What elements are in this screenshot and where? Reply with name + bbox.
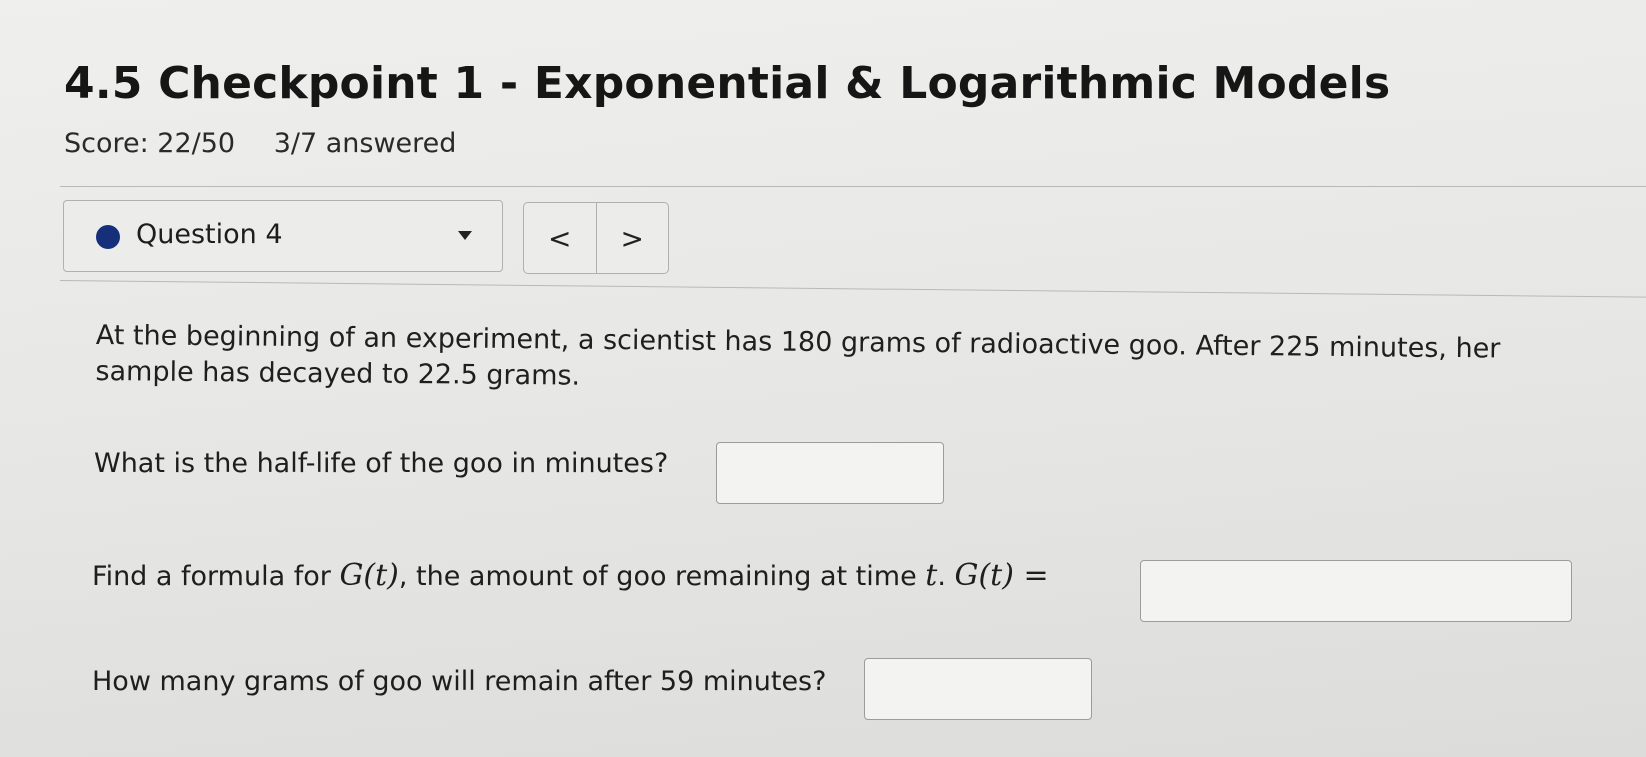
next-question-button[interactable]: > xyxy=(597,203,669,273)
part1-prompt: What is the half-life of the goo in minu… xyxy=(94,448,669,479)
question-select[interactable]: Question 4 xyxy=(63,200,503,272)
part2-text-end: . xyxy=(937,561,955,592)
score-summary: Score: 22/50 3/7 answered xyxy=(64,128,486,159)
formula-answer-input[interactable] xyxy=(1140,560,1572,622)
part2-lhs: G(t) = xyxy=(954,558,1049,593)
question-nav-group: < > xyxy=(523,202,669,274)
part3-prompt: How many grams of goo will remain after … xyxy=(92,666,827,697)
part2-prompt: Find a formula for G(t), the amount of g… xyxy=(92,558,1049,593)
part2-text-mid: , the amount of goo remaining at time xyxy=(398,561,926,592)
part2-function: G(t) xyxy=(339,558,399,593)
score-text: Score: 22/50 xyxy=(64,128,236,159)
page-title: 4.5 Checkpoint 1 - Exponential & Logarit… xyxy=(64,58,1391,109)
question-status-dot xyxy=(96,225,120,249)
caret-down-icon xyxy=(458,231,472,240)
part2-text-pre: Find a formula for xyxy=(92,561,340,592)
question-intro: At the beginning of an experiment, a sci… xyxy=(95,319,1501,392)
previous-question-button[interactable]: < xyxy=(524,203,597,273)
divider-bottom xyxy=(59,280,1646,298)
half-life-answer-input[interactable] xyxy=(716,442,944,504)
answered-count: 3/7 answered xyxy=(273,128,457,159)
assignment-page: 4.5 Checkpoint 1 - Exponential & Logarit… xyxy=(0,0,1646,757)
part2-variable: t xyxy=(925,558,938,593)
divider-top xyxy=(60,186,1646,187)
remaining-grams-answer-input[interactable] xyxy=(864,658,1092,720)
question-select-label: Question 4 xyxy=(136,219,283,250)
